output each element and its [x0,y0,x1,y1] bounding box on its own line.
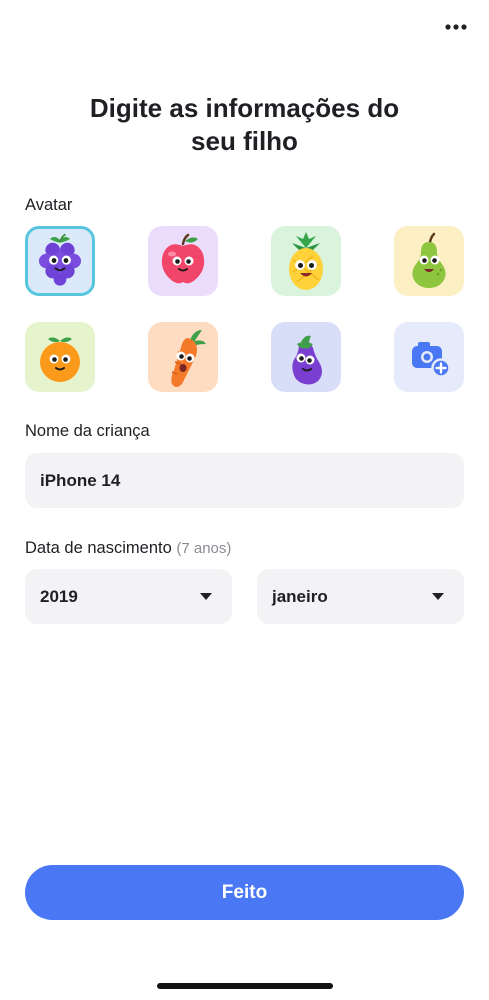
avatar-orange[interactable] [25,322,95,392]
camera-add-icon [412,342,451,378]
avatar-grid [25,226,464,392]
more-options-button[interactable] [441,15,471,39]
page-title-line-2: seu filho [191,126,298,156]
chevron-down-icon [200,593,212,600]
avatar-pineapple[interactable] [271,226,341,296]
avatar-grape[interactable] [25,226,95,296]
age-note: (7 anos) [176,540,232,557]
pineapple-icon [289,232,323,290]
avatar-label: Avatar [25,196,73,214]
done-button[interactable]: Feito [25,865,464,920]
child-info-screen: Digite as informações do seu filho Avata… [0,0,489,1000]
birth-month-select[interactable]: janeiro [257,569,464,624]
pear-icon [412,232,446,288]
more-horizontal-icon [445,24,467,30]
home-indicator [157,983,333,989]
avatar-eggplant[interactable] [271,322,341,392]
orange-icon [40,337,80,382]
page-title: Digite as informações do seu filho [0,92,489,158]
avatar-pear[interactable] [394,226,464,296]
avatar-custom-photo[interactable] [394,322,464,392]
apple-icon [161,233,205,284]
child-name-label: Nome da criança [25,422,150,440]
child-name-input[interactable]: iPhone 14 [25,453,464,508]
page-title-line-1: Digite as informações do [89,93,400,123]
chevron-down-icon [432,593,444,600]
birth-year-select[interactable]: 2019 [25,569,232,624]
birth-month-value: janeiro [272,586,328,606]
birth-date-label: Data de nascimento (7 anos) [25,539,231,558]
grape-icon [38,233,82,286]
birth-year-value: 2019 [40,586,78,606]
avatar-carrot[interactable] [148,322,218,392]
birth-date-label-text: Data de nascimento [25,539,172,557]
eggplant-icon [292,335,322,385]
carrot-icon [171,330,206,387]
avatar-apple[interactable] [148,226,218,296]
